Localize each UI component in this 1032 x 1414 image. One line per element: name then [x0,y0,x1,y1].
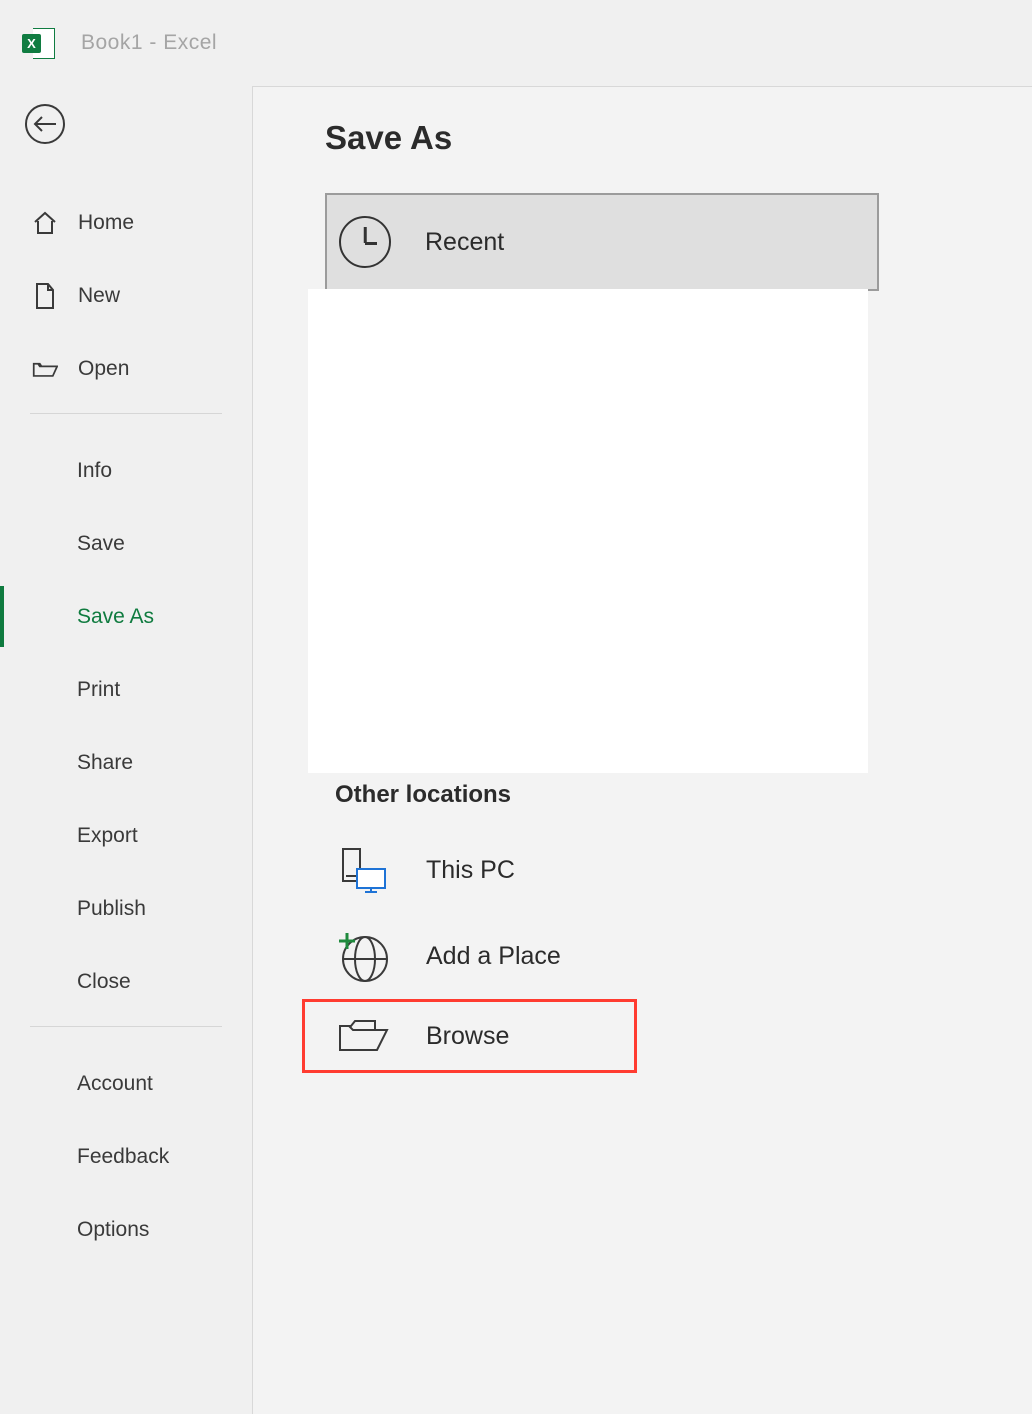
clock-icon [339,216,391,268]
sidebar-item-publish[interactable]: Publish [0,872,252,945]
sidebar-item-label: Home [78,211,134,235]
sidebar-item-feedback[interactable]: Feedback [0,1120,252,1193]
location-this-pc[interactable]: This PC [325,827,1032,913]
sidebar-item-label: Info [77,459,112,483]
arrow-left-icon [33,116,57,132]
home-icon [32,210,58,236]
page-title: Save As [325,119,1032,157]
location-label: Recent [425,228,504,257]
location-recent[interactable]: Recent [325,193,879,291]
sidebar-item-info[interactable]: Info [0,434,252,507]
location-label: This PC [426,856,515,885]
sidebar-item-print[interactable]: Print [0,653,252,726]
sidebar-item-label: Close [77,970,131,994]
location-add-place[interactable]: Add a Place [325,913,1032,999]
sidebar-item-save[interactable]: Save [0,507,252,580]
new-file-icon [32,283,58,309]
sidebar-item-open[interactable]: Open [0,332,252,405]
main-panel: Save As Recent Other locations This PC [252,86,1032,1414]
sidebar-item-label: Options [77,1218,149,1242]
add-place-icon [335,929,390,984]
location-browse[interactable]: Browse [302,999,637,1073]
location-label: Add a Place [426,942,561,971]
sidebar-item-label: Print [77,678,120,702]
sidebar-item-label: Open [78,357,129,381]
sidebar-item-account[interactable]: Account [0,1047,252,1120]
sidebar-item-label: Share [77,751,133,775]
folder-browse-icon [335,1009,390,1064]
excel-logo: X [22,28,55,59]
divider [30,413,222,414]
sidebar-item-share[interactable]: Share [0,726,252,799]
divider [30,1026,222,1027]
location-label: Browse [426,1022,509,1051]
sidebar-item-label: Save As [77,605,154,629]
sidebar-item-label: Save [77,532,125,556]
recent-files-area [308,289,868,773]
sidebar-item-save-as[interactable]: Save As [0,580,252,653]
sidebar-item-label: Feedback [77,1145,169,1169]
sidebar-item-home[interactable]: Home [0,186,252,259]
back-button[interactable] [25,104,65,144]
sidebar-item-label: Account [77,1072,153,1096]
folder-open-icon [32,356,58,382]
sidebar-item-label: Publish [77,897,146,921]
sidebar-item-options[interactable]: Options [0,1193,252,1266]
sidebar-item-new[interactable]: New [0,259,252,332]
other-locations-heading: Other locations [335,781,1032,809]
this-pc-icon [335,843,390,898]
backstage-sidebar: Home New Open Info Save Save As Print Sh… [0,86,252,1414]
document-title: Book1 - Excel [81,31,217,55]
titlebar: X Book1 - Excel [0,0,1032,86]
sidebar-item-label: Export [77,824,138,848]
sidebar-item-export[interactable]: Export [0,799,252,872]
sidebar-item-close[interactable]: Close [0,945,252,1018]
sidebar-item-label: New [78,284,120,308]
browse-highlight: Browse [302,999,637,1073]
excel-logo-letter: X [22,34,41,53]
